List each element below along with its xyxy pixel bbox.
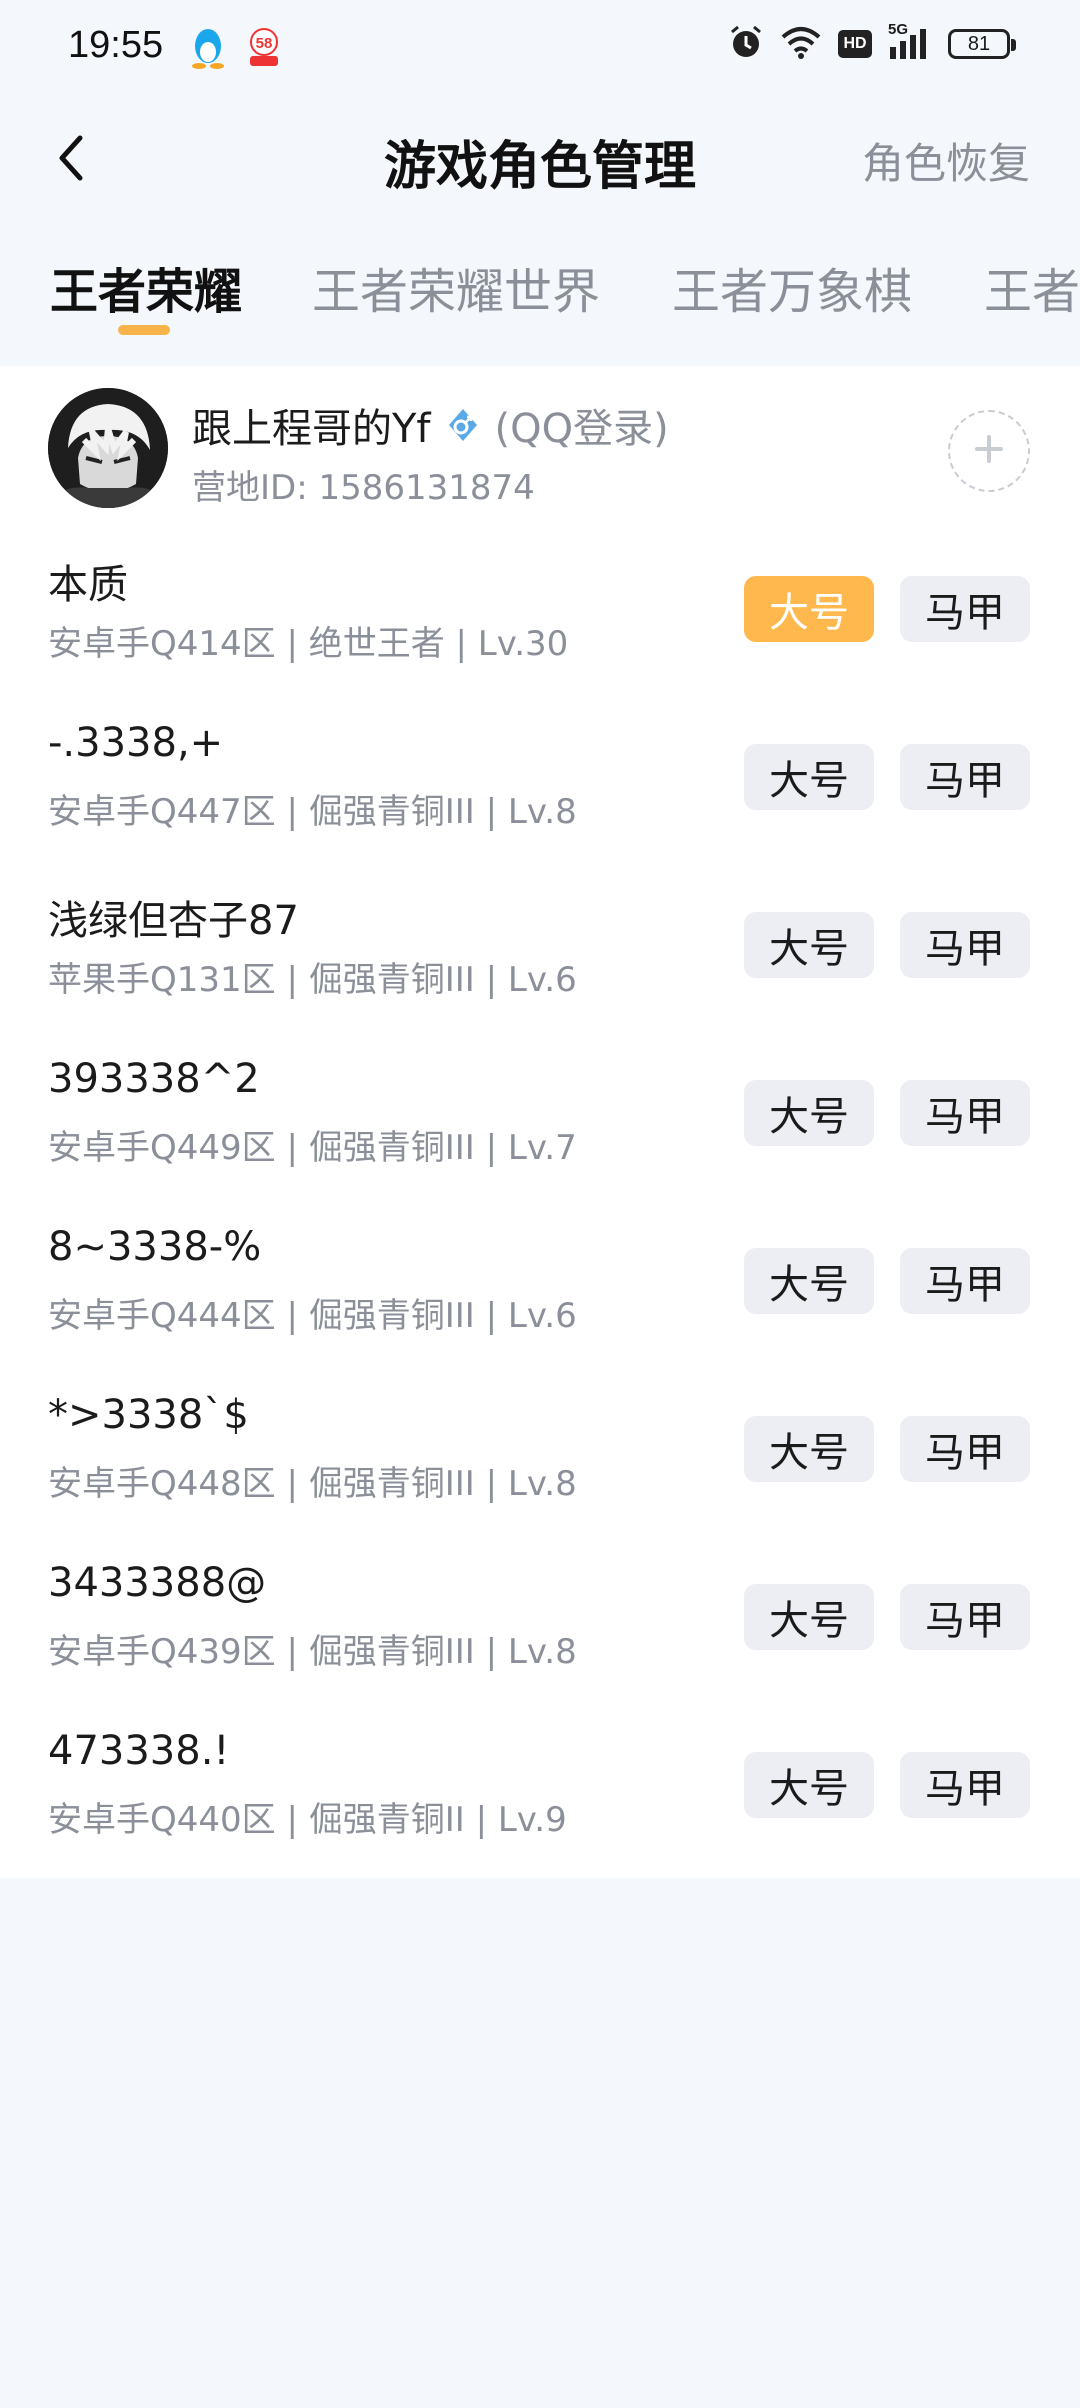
- role-info: 安卓手Q440区 | 倔强青铜II | Lv.9: [48, 1800, 567, 1840]
- role-row: 393338^2 安卓手Q449区 | 倔强青铜III | Lv.7 大号 马甲: [0, 1056, 1080, 1224]
- main-account-button[interactable]: 大号: [744, 1080, 874, 1146]
- tab-honor-of-kings[interactable]: 王者荣耀: [50, 252, 242, 322]
- profile-name-line: 跟上程哥的Yf (QQ登录): [192, 396, 669, 454]
- alt-account-button[interactable]: 马甲: [900, 744, 1030, 810]
- active-tab-indicator: [118, 325, 170, 335]
- role-row: 3433388@ 安卓手Q439区 | 倔强青铜III | Lv.8 大号 马甲: [0, 1560, 1080, 1728]
- wifi-icon: [780, 25, 822, 63]
- status-right: HD 5G 81: [728, 21, 1016, 64]
- role-info: 安卓手Q439区 | 倔强青铜III | Lv.8: [48, 1632, 577, 1672]
- main-account-button[interactable]: 大号: [744, 1248, 874, 1314]
- alt-account-button[interactable]: 马甲: [900, 576, 1030, 642]
- camp-id-value: 1586131874: [318, 468, 535, 508]
- role-row: 浅绿但杏子87 苹果手Q131区 | 倔强青铜III | Lv.6 大号 马甲: [0, 888, 1080, 1056]
- tab-honor-of-kings-chess[interactable]: 王者万象棋: [672, 252, 912, 322]
- role-info: 安卓手Q449区 | 倔强青铜III | Lv.7: [48, 1128, 577, 1168]
- alarm-icon: [728, 24, 764, 64]
- role-name: 本质: [48, 562, 128, 608]
- role-name: 3433388@: [48, 1560, 267, 1606]
- role-row: 473338.! 安卓手Q440区 | 倔强青铜II | Lv.9 大号 马甲: [0, 1728, 1080, 1896]
- app-58-icon: 58: [244, 26, 284, 74]
- main-account-button[interactable]: 大号: [744, 1584, 874, 1650]
- tab-honor-of-kings-world[interactable]: 王者荣耀世界: [312, 252, 600, 322]
- status-time: 19:55: [68, 24, 164, 66]
- svg-text:58: 58: [256, 35, 273, 52]
- alt-account-button[interactable]: 马甲: [900, 1248, 1030, 1314]
- tab-honor-of-kings-more[interactable]: 王者: [984, 252, 1080, 322]
- role-name: 浅绿但杏子87: [48, 898, 299, 944]
- avatar[interactable]: [48, 388, 168, 508]
- role-info: 安卓手Q414区 | 绝世王者 | Lv.30: [48, 624, 569, 664]
- main-account-button[interactable]: 大号: [744, 576, 874, 642]
- battery-indicator: 81: [948, 29, 1016, 59]
- plus-icon: [971, 431, 1007, 471]
- camp-id-line: 营地ID: 1586131874: [192, 460, 535, 509]
- role-name: -.3338,+: [48, 720, 224, 766]
- male-gender-icon: [443, 405, 483, 445]
- alt-account-button[interactable]: 马甲: [900, 912, 1030, 978]
- role-info: 安卓手Q448区 | 倔强青铜III | Lv.8: [48, 1464, 577, 1504]
- alt-account-button[interactable]: 马甲: [900, 1080, 1030, 1146]
- role-info: 苹果手Q131区 | 倔强青铜III | Lv.6: [48, 960, 577, 1000]
- profile-nickname: 跟上程哥的Yf: [192, 406, 431, 452]
- roles-card: 跟上程哥的Yf (QQ登录) 营地ID: 1586131874 本质 安卓手Q4…: [0, 366, 1080, 1878]
- signal-icon: 5G: [888, 21, 932, 61]
- role-name: 8~3338-%: [48, 1224, 262, 1270]
- alt-account-button[interactable]: 马甲: [900, 1584, 1030, 1650]
- login-type: (QQ登录): [494, 406, 669, 452]
- status-bar: 19:55 58 HD 5G 81: [0, 0, 1080, 96]
- alt-account-button[interactable]: 马甲: [900, 1416, 1030, 1482]
- roles-list: 本质 安卓手Q414区 | 绝世王者 | Lv.30 大号 马甲 -.3338,+ 安卓手…: [0, 552, 1080, 1896]
- hd-badge: HD: [838, 30, 872, 58]
- qq-penguin-icon: [190, 26, 226, 74]
- role-restore-link[interactable]: 角色恢复: [862, 130, 1030, 191]
- main-account-button[interactable]: 大号: [744, 744, 874, 810]
- main-account-button[interactable]: 大号: [744, 1416, 874, 1482]
- header: 游戏角色管理 角色恢复: [0, 110, 1080, 210]
- role-row: *>3338`$ 安卓手Q448区 | 倔强青铜III | Lv.8 大号 马甲: [0, 1392, 1080, 1560]
- alt-account-button[interactable]: 马甲: [900, 1752, 1030, 1818]
- profile-row: 跟上程哥的Yf (QQ登录) 营地ID: 1586131874: [0, 388, 1080, 518]
- role-management-page: 19:55 58 HD 5G 81 游戏角色管理 角色恢复 王者荣耀 王者荣耀世…: [0, 0, 1080, 2408]
- notification-icons: 58: [190, 26, 284, 74]
- role-row: -.3338,+ 安卓手Q447区 | 倔强青铜III | Lv.8 大号 马甲: [0, 720, 1080, 888]
- role-name: 473338.!: [48, 1728, 230, 1774]
- network-type-label: 5G: [888, 21, 909, 38]
- role-info: 安卓手Q447区 | 倔强青铜III | Lv.8: [48, 792, 577, 832]
- main-account-button[interactable]: 大号: [744, 1752, 874, 1818]
- main-account-button[interactable]: 大号: [744, 912, 874, 978]
- role-info: 安卓手Q444区 | 倔强青铜III | Lv.6: [48, 1296, 577, 1336]
- game-tabs: 王者荣耀 王者荣耀世界 王者万象棋 王者: [0, 240, 1080, 350]
- add-role-button[interactable]: [948, 410, 1030, 492]
- camp-id-label: 营地ID:: [192, 468, 308, 508]
- role-row: 本质安卓手Q414区 | 绝世王者 | Lv.30 大号 马甲: [0, 552, 1080, 720]
- role-row: 8~3338-% 安卓手Q444区 | 倔强青铜III | Lv.6 大号 马甲: [0, 1224, 1080, 1392]
- role-name: 393338^2: [48, 1056, 260, 1102]
- role-name: *>3338`$: [48, 1392, 249, 1438]
